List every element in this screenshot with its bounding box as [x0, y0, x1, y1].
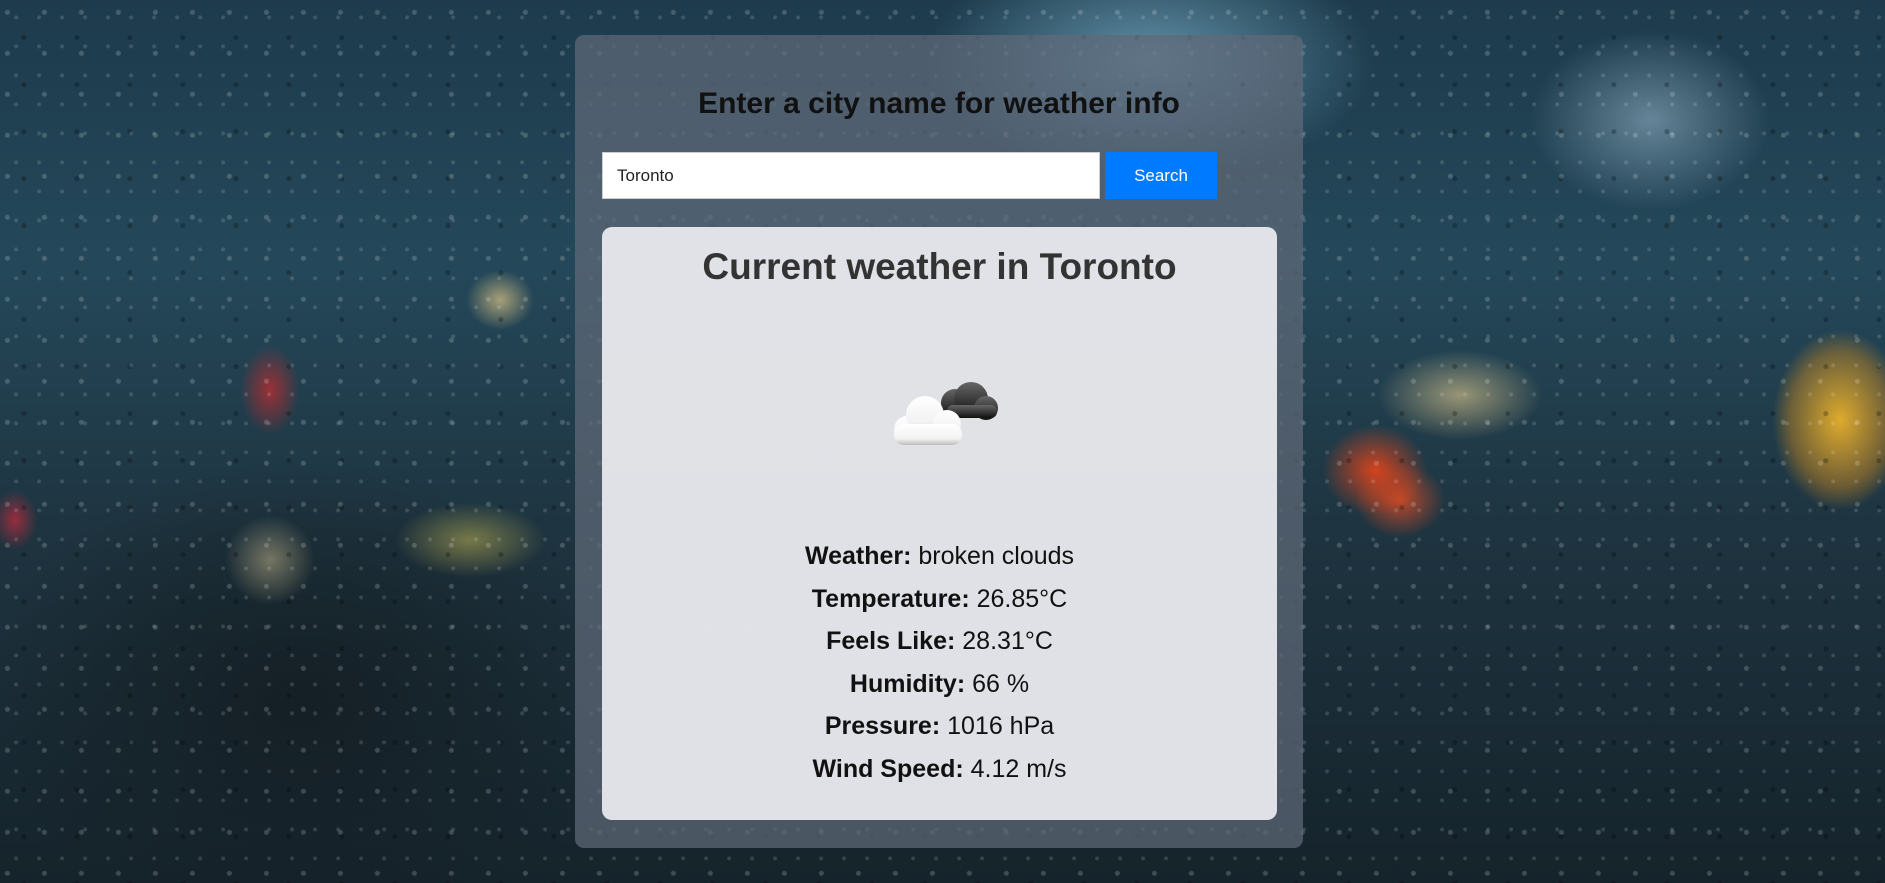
humidity-row: Humidity: 66 %	[602, 663, 1277, 706]
weather-description-row: Weather: broken clouds	[602, 535, 1277, 578]
row-value: 4.12 m/s	[970, 754, 1067, 783]
broken-clouds-icon	[894, 382, 998, 445]
row-label: Feels Like:	[826, 627, 956, 656]
row-value: 28.31°C	[962, 627, 1053, 656]
weather-result-title: Current weather in Toronto	[702, 246, 1177, 287]
temperature-row: Temperature: 26.85°C	[602, 578, 1277, 621]
row-value: 26.85°C	[976, 584, 1068, 613]
pressure-row: Pressure: 1016 hPa	[602, 705, 1277, 748]
row-label: Pressure:	[824, 712, 941, 741]
row-label: Wind Speed:	[812, 754, 964, 783]
search-button[interactable]: Search	[1105, 152, 1217, 199]
weather-result-card: Current weather in Toronto Weather: brok…	[602, 227, 1277, 820]
weather-details: Weather: broken clouds Temperature: 26.8…	[602, 535, 1277, 791]
wind-speed-row: Wind Speed: 4.12 m/s	[602, 748, 1277, 791]
city-search-input[interactable]	[602, 152, 1100, 199]
row-value: 1016 hPa	[947, 712, 1055, 741]
row-label: Temperature:	[811, 584, 970, 613]
row-value: 66 %	[972, 669, 1030, 698]
row-label: Humidity:	[849, 669, 966, 698]
search-heading: Enter a city name for weather info	[698, 87, 1180, 120]
feels-like-row: Feels Like: 28.31°C	[602, 620, 1277, 663]
row-label: Weather:	[804, 542, 912, 570]
weather-panel: Enter a city name for weather info Searc…	[575, 35, 1303, 848]
row-value: broken clouds	[918, 542, 1075, 570]
